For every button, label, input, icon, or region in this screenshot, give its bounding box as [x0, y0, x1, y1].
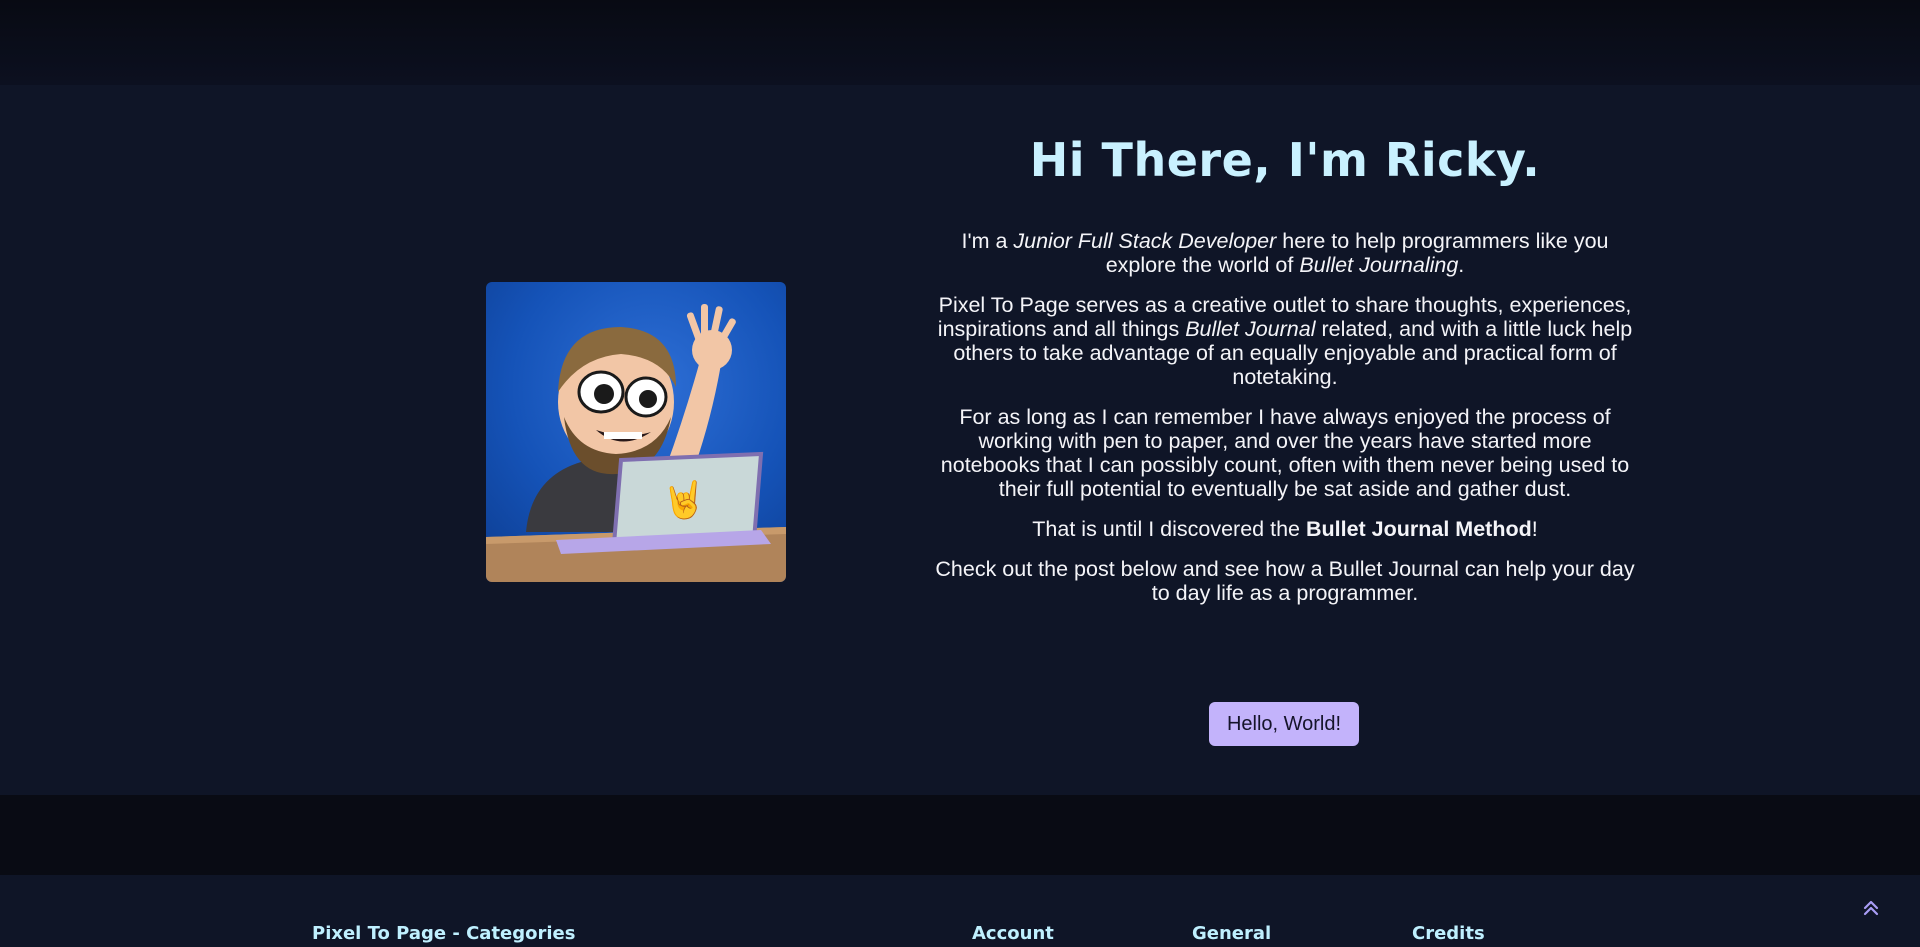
svg-text:🤘: 🤘 — [662, 478, 707, 521]
topic-emphasis: Bullet Journal — [1185, 317, 1316, 341]
avatar-image: 🤘 — [486, 282, 786, 582]
footer-heading-account: Account — [972, 923, 1054, 944]
top-navbar — [0, 0, 1920, 85]
intro-paragraph-5: Check out the post below and see how a B… — [935, 557, 1635, 605]
hero-intro: I'm a Junior Full Stack Developer here t… — [930, 229, 1640, 605]
footer: Pixel To Page - Categories Account Gener… — [0, 875, 1920, 947]
method-emphasis: Bullet Journal Method — [1305, 517, 1532, 541]
text: That is until I discovered the — [1032, 517, 1306, 541]
text: I'm a — [961, 229, 1014, 253]
footer-heading-credits: Credits — [1412, 923, 1485, 944]
hero-text-column: Hi There, I'm Ricky. I'm a Junior Full S… — [930, 85, 1640, 621]
intro-paragraph-4: That is until I discovered the Bullet Jo… — [930, 517, 1640, 541]
double-chevron-up-icon[interactable] — [1862, 899, 1880, 917]
hero-title: Hi There, I'm Ricky. — [1029, 133, 1541, 187]
section-divider — [0, 795, 1920, 875]
topic-emphasis: Bullet Journaling — [1299, 253, 1459, 277]
intro-paragraph-1: I'm a Junior Full Stack Developer here t… — [930, 229, 1640, 277]
text: ! — [1531, 517, 1538, 541]
text: . — [1458, 253, 1465, 277]
role-emphasis: Junior Full Stack Developer — [1013, 229, 1277, 253]
waving-developer-avatar-icon: 🤘 — [486, 304, 786, 582]
intro-paragraph-3: For as long as I can remember I have alw… — [940, 405, 1630, 501]
hello-world-button[interactable]: Hello, World! — [1209, 702, 1359, 746]
footer-heading-general: General — [1192, 923, 1272, 944]
footer-heading-categories: Pixel To Page - Categories — [312, 923, 576, 944]
intro-paragraph-2: Pixel To Page serves as a creative outle… — [930, 293, 1640, 389]
hero-section: 🤘 Hi There, I'm Ricky. I'm a Junior Full… — [0, 85, 1920, 795]
